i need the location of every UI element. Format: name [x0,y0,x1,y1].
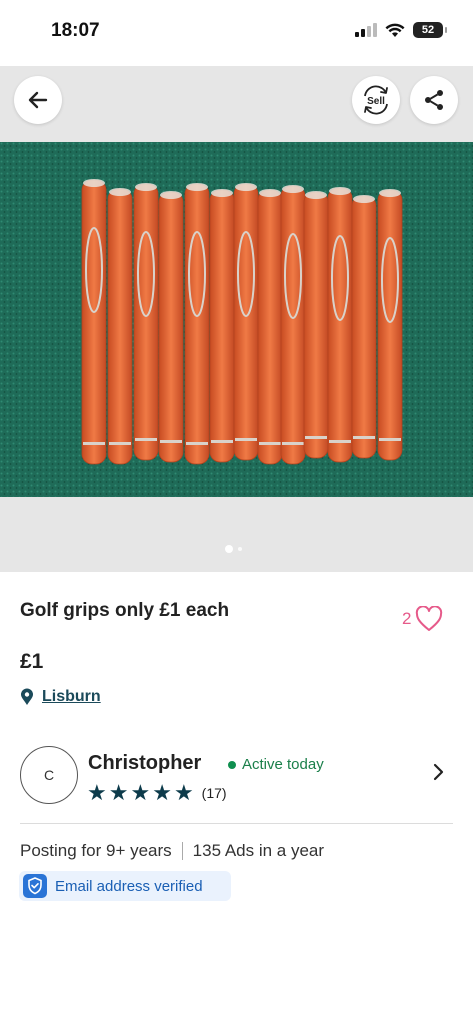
seller-stats: Posting for 9+ years 135 Ads in a year [20,841,324,861]
share-button[interactable] [410,76,458,124]
listing-location[interactable]: Lisburn [20,688,101,706]
golf-grips-photo [0,142,473,497]
grip-band [379,438,401,441]
star-icon: ★ [130,780,151,805]
stats-separator [181,842,183,860]
grip-band [186,442,208,445]
wifi-icon [385,23,405,37]
gallery-pager [225,545,242,553]
listing-title: Golf grips only £1 each [20,600,230,621]
golf-grip [303,191,329,459]
star-icon: ★ [108,780,129,805]
grip-cap [259,189,281,197]
grip-cap [305,191,327,199]
golf-grip [327,187,353,463]
rating-count: (17) [201,785,227,801]
grip-cap [186,183,208,191]
battery-indicator: 52 [413,22,447,38]
grip-band [235,438,257,441]
sell-icon: Sell [364,85,388,115]
star-icon: ★ [173,780,194,805]
grip-band [83,442,105,445]
seller-card[interactable]: C Christopher Active today ★ ★ ★ ★ ★ (17… [20,746,453,806]
shield-check-icon [23,874,47,898]
pager-dot-active [225,545,233,553]
status-icons: 52 [355,22,447,38]
grip-band [259,442,281,445]
grip-cap [135,183,157,191]
grip-cap [83,179,105,187]
grip-cap [235,183,257,191]
grip-cap [329,187,351,195]
listing-photo[interactable] [0,142,473,497]
active-dot-icon [228,760,236,769]
golf-grip [209,189,235,463]
status-bar: 18:07 52 [0,0,473,66]
grip-cap [109,188,131,196]
pager-dot [238,547,242,551]
grip-band [109,442,131,445]
star-icon: ★ [152,780,172,805]
grip-band [282,442,304,445]
favourite-button[interactable]: 2 [402,606,443,632]
chevron-right-icon[interactable] [433,762,445,782]
grip-cap [160,191,182,199]
sell-label: Sell [367,96,385,107]
golf-grip [351,195,377,459]
seller-rating: ★ ★ ★ ★ ★ (17) [87,782,227,804]
location-pin-icon [21,688,33,705]
golf-grip [377,189,403,461]
activity-text: Active today [242,756,324,773]
image-gallery[interactable] [0,66,473,572]
golf-grip [257,189,283,465]
golf-grip [233,183,259,461]
grip-band [353,436,375,439]
back-arrow-icon [28,91,48,109]
verified-badge: Email address verified [19,871,231,901]
golf-grip [158,191,184,463]
location-link[interactable]: Lisburn [42,688,101,706]
signal-icon [355,23,377,37]
grip-band [329,440,351,443]
favourite-count: 2 [402,609,412,628]
golf-grip [81,179,107,465]
grip-band [211,440,233,443]
grip-band [305,436,327,439]
golf-grip [133,183,159,461]
heart-icon [416,606,443,631]
grip-cap [353,195,375,203]
listing-price: £1 [20,650,44,673]
status-time: 18:07 [51,20,100,41]
verified-text: Email address verified [55,877,203,895]
seller-name: Christopher [88,752,202,774]
sell-button[interactable]: Sell [352,76,400,124]
back-button[interactable] [14,76,62,124]
grip-cap [211,189,233,197]
grip-cap [379,189,401,197]
grip-cap [282,185,304,193]
grip-band [135,438,157,441]
golf-grip [107,188,133,465]
activity-status: Active today [228,756,324,773]
posting-duration: Posting for 9+ years [20,841,172,860]
grip-band [160,440,182,443]
star-icon: ★ [87,780,107,805]
share-icon [425,90,443,110]
ads-count: 135 Ads in a year [192,841,325,860]
divider [20,823,453,824]
golf-grip [280,185,306,465]
grips-group [81,179,403,465]
avatar: C [20,746,78,804]
golf-grip [184,183,210,465]
